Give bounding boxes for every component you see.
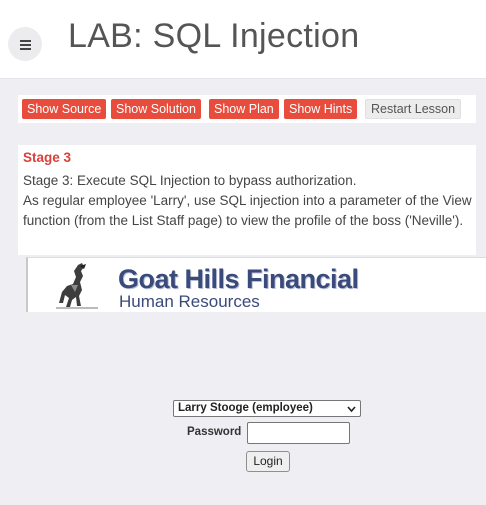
password-label: Password: [187, 426, 242, 438]
page-title: LAB: SQL Injection: [68, 17, 360, 55]
show-plan-button[interactable]: Show Plan: [209, 99, 279, 119]
lesson-panel: Stage 3 Stage 3: Execute SQL Injection t…: [18, 145, 486, 505]
employee-select[interactable]: Larry Stooge (employee): [173, 400, 361, 417]
stage-instructions: Stage 3: Execute SQL Injection to bypass…: [23, 171, 475, 231]
password-field[interactable]: [247, 422, 350, 444]
restart-lesson-button[interactable]: Restart Lesson: [365, 99, 462, 119]
login-form: Larry Stooge (employee) Password Login: [18, 255, 486, 505]
menu-button[interactable]: [8, 27, 42, 61]
show-hints-button[interactable]: Show Hints: [284, 99, 358, 119]
hamburger-icon: [19, 39, 31, 50]
show-source-button[interactable]: Show Source: [22, 99, 107, 119]
stage-title: Stage 3: [23, 150, 72, 165]
stage-line-1: Stage 3: Execute SQL Injection to bypass…: [23, 173, 357, 188]
show-solution-button[interactable]: Show Solution: [111, 99, 201, 119]
login-button[interactable]: Login: [246, 451, 290, 472]
lesson-toolbar: Show Source Show Solution Show Plan Show…: [18, 95, 476, 123]
lesson-frame: Goat Hills Financial Human Resources Lar…: [18, 255, 486, 505]
stage-line-2: As regular employee 'Larry', use SQL inj…: [23, 193, 472, 228]
employee-select-value: Larry Stooge (employee): [178, 402, 313, 414]
chevron-down-icon: [347, 406, 356, 413]
page-header: LAB: SQL Injection: [0, 0, 486, 79]
